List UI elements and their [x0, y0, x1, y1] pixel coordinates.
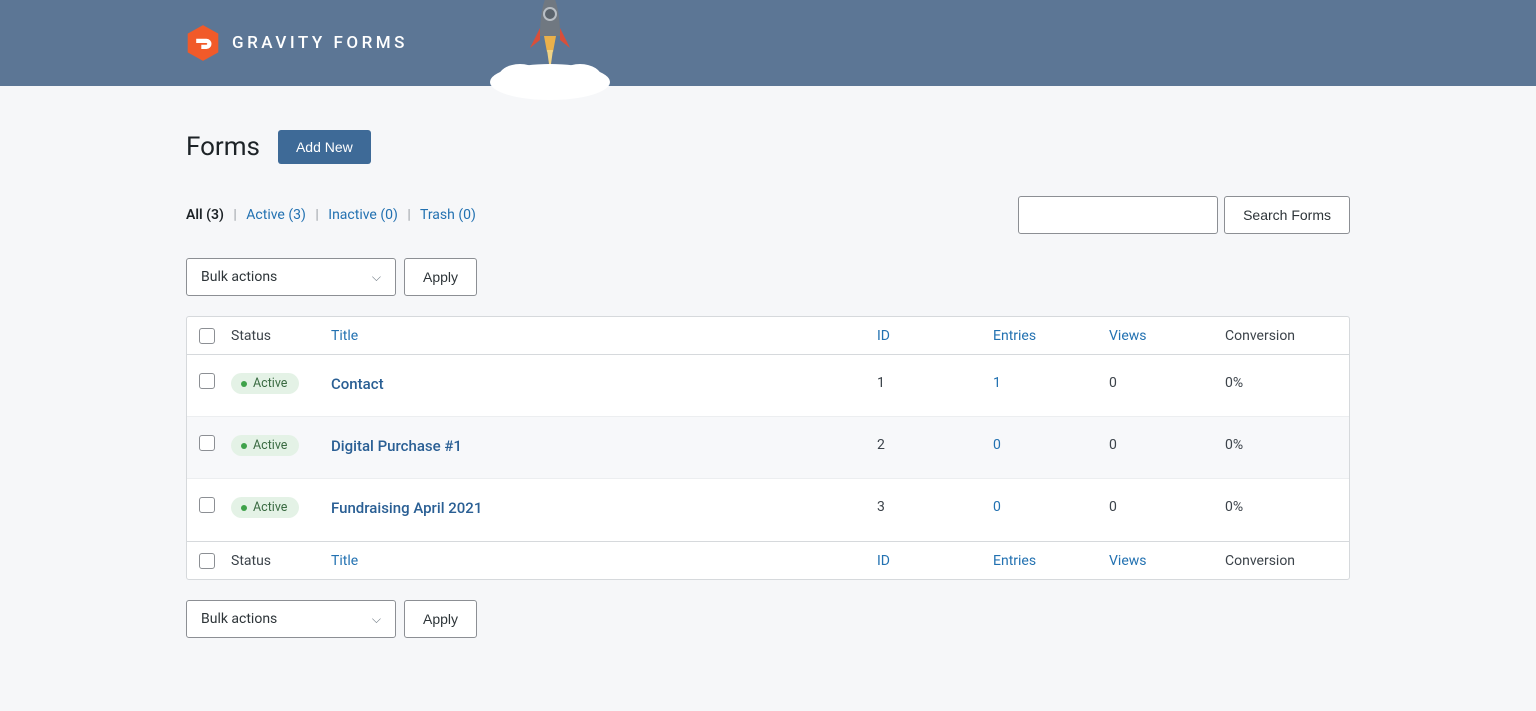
col-conversion-header: Conversion [1225, 328, 1337, 344]
form-id: 3 [877, 479, 993, 515]
apply-button-top[interactable]: Apply [404, 258, 477, 296]
table-row: Active Contact 11 00% [187, 355, 1349, 417]
filter-trash[interactable]: Trash (0) [420, 207, 476, 223]
status-dot-icon [241, 443, 247, 449]
form-title-link[interactable]: Contact [331, 375, 384, 393]
select-all-checkbox-top[interactable] [199, 328, 215, 344]
status-badge: Active [231, 373, 299, 394]
form-id: 1 [877, 355, 993, 391]
status-dot-icon [241, 505, 247, 511]
bulk-actions-select-bottom[interactable]: Bulk actions ⌵ [186, 600, 396, 638]
forms-table: Status Title ID Entries Views Conversion… [186, 316, 1350, 580]
row-checkbox[interactable] [199, 497, 215, 513]
chevron-down-icon: ⌵ [372, 612, 381, 627]
search-forms-button[interactable]: Search Forms [1224, 196, 1350, 234]
bulk-actions-label: Bulk actions [201, 269, 277, 285]
brand-text: GRAVITY FORMS [232, 33, 408, 53]
select-all-checkbox-bottom[interactable] [199, 553, 215, 569]
col-views-header[interactable]: Views [1109, 328, 1225, 344]
status-filters: All (3) | Active (3) | Inactive (0) | Tr… [186, 207, 476, 223]
status-text: Active [253, 376, 287, 391]
table-footer: Status Title ID Entries Views Conversion [187, 541, 1349, 579]
conversion-value: 0% [1225, 417, 1337, 453]
views-value: 0 [1109, 417, 1225, 453]
header-banner: GRAVITY FORMS [0, 0, 1536, 86]
bulk-actions-select-top[interactable]: Bulk actions ⌵ [186, 258, 396, 296]
search-input[interactable] [1018, 196, 1218, 234]
status-badge: Active [231, 435, 299, 456]
conversion-value: 0% [1225, 479, 1337, 515]
add-new-button[interactable]: Add New [278, 130, 371, 164]
form-title-link[interactable]: Fundraising April 2021 [331, 499, 482, 517]
filter-active[interactable]: Active (3) [246, 207, 306, 223]
brand-logo: GRAVITY FORMS [186, 24, 408, 62]
table-header: Status Title ID Entries Views Conversion [187, 317, 1349, 355]
col-id-header[interactable]: ID [877, 328, 993, 344]
table-row: ActiveFundraising April 20213000% [187, 479, 1349, 541]
filter-all[interactable]: All (3) [186, 207, 224, 223]
status-text: Active [253, 438, 287, 453]
page-title: Forms [186, 132, 260, 162]
row-checkbox[interactable] [199, 435, 215, 451]
filter-inactive[interactable]: Inactive (0) [328, 207, 398, 223]
gravity-forms-icon [186, 24, 220, 62]
table-row: ActiveDigital Purchase #12000% [187, 417, 1349, 479]
row-checkbox[interactable] [199, 373, 215, 389]
status-text: Active [253, 500, 287, 515]
rocket-illustration [480, 0, 620, 90]
entries-link[interactable]: 0 [993, 499, 1001, 515]
conversion-value: 0% [1225, 355, 1337, 391]
form-id: 2 [877, 417, 993, 453]
status-dot-icon [241, 381, 247, 387]
col-title-header[interactable]: Title [331, 328, 877, 344]
col-entries-header[interactable]: Entries [993, 328, 1109, 344]
entries-link[interactable]: 1 [993, 375, 1001, 391]
apply-button-bottom[interactable]: Apply [404, 600, 477, 638]
chevron-down-icon: ⌵ [372, 270, 381, 285]
views-value: 0 [1109, 355, 1225, 391]
entries-link[interactable]: 0 [993, 437, 1001, 453]
status-badge: Active [231, 497, 299, 518]
col-status-header: Status [231, 328, 331, 344]
form-title-link[interactable]: Digital Purchase #1 [331, 437, 462, 455]
views-value: 0 [1109, 479, 1225, 515]
